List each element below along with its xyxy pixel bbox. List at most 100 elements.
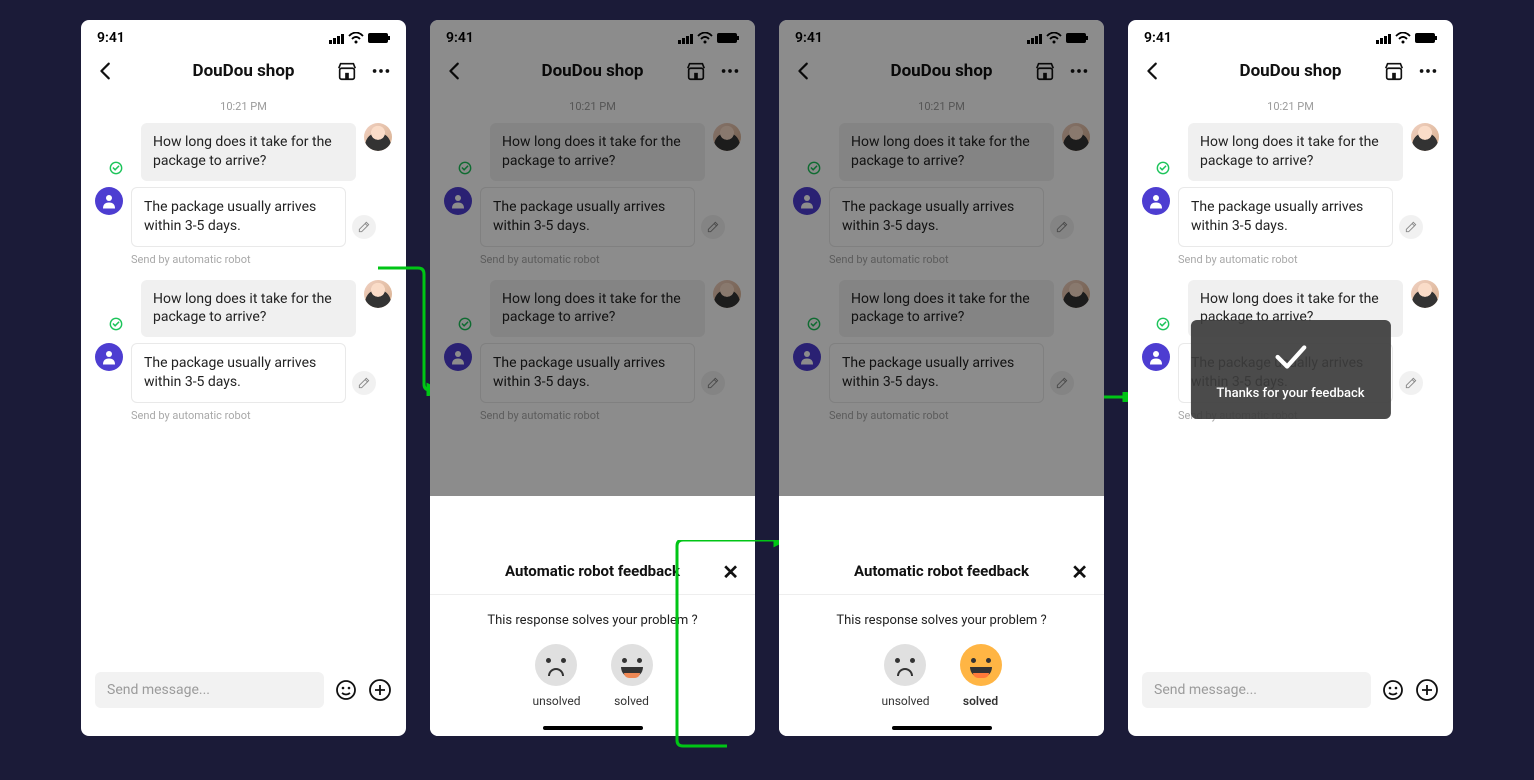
message-row-user: How long does it take for the package to… (793, 123, 1090, 181)
emoji-picker-icon[interactable] (334, 678, 358, 702)
bot-avatar[interactable] (444, 187, 472, 215)
feedback-icon[interactable] (1050, 215, 1074, 239)
back-icon[interactable] (95, 60, 117, 82)
feedback-toast: Thanks for your feedback (1190, 320, 1390, 419)
chat-header: DouDou shop (430, 52, 755, 96)
status-time: 9:41 (795, 30, 823, 46)
message-row-bot: The package usually arrives within 3-5 d… (95, 187, 392, 247)
feedback-icon[interactable] (352, 371, 376, 395)
feedback-icon[interactable] (701, 371, 725, 395)
battery-icon (368, 33, 390, 43)
message-row-bot: The package usually arrives within 3-5 d… (793, 343, 1090, 403)
more-icon[interactable] (719, 60, 741, 82)
more-icon[interactable] (1417, 60, 1439, 82)
bot-avatar[interactable] (95, 343, 123, 371)
wifi-icon (1046, 32, 1062, 44)
bot-avatar[interactable] (95, 187, 123, 215)
bot-subnote: Send by automatic robot (131, 253, 392, 266)
message-input[interactable]: Send message... (1142, 672, 1371, 708)
emoji-picker-icon[interactable] (1381, 678, 1405, 702)
bot-message-bubble: The package usually arrives within 3-5 d… (480, 187, 695, 247)
feedback-icon[interactable] (1399, 371, 1423, 395)
chat-header: DouDou shop (779, 52, 1104, 96)
bot-message-bubble: The package usually arrives within 3-5 d… (829, 187, 1044, 247)
bot-subnote: Send by automatic robot (480, 253, 741, 266)
message-row-bot: The package usually arrives within 3-5 d… (793, 187, 1090, 247)
message-row-bot: The package usually arrives within 3-5 d… (1142, 187, 1439, 247)
message-row-user: How long does it take for the package to… (1142, 123, 1439, 181)
wifi-icon (697, 32, 713, 44)
bot-message-bubble: The package usually arrives within 3-5 d… (1178, 187, 1393, 247)
more-icon[interactable] (370, 60, 392, 82)
message-row-user: How long does it take for the package to… (95, 280, 392, 338)
feedback-icon[interactable] (701, 215, 725, 239)
chat-timestamp: 10:21 PM (1142, 100, 1439, 113)
message-row-bot: The package usually arrives within 3-5 d… (444, 343, 741, 403)
shop-icon[interactable] (336, 60, 358, 82)
delivered-check-icon (807, 317, 821, 331)
message-row-bot: The package usually arrives within 3-5 d… (95, 343, 392, 403)
back-icon[interactable] (1142, 60, 1164, 82)
feedback-icon[interactable] (1399, 215, 1423, 239)
chat-header: DouDou shop (1128, 52, 1453, 96)
signal-icon (1376, 32, 1391, 44)
wifi-icon (1395, 32, 1411, 44)
delivered-check-icon (109, 161, 123, 175)
user-message-bubble: How long does it take for the package to… (490, 280, 705, 338)
feedback-icon[interactable] (1050, 371, 1074, 395)
signal-icon (329, 32, 344, 44)
bot-subnote: Send by automatic robot (480, 409, 741, 422)
bot-message-bubble: The package usually arrives within 3-5 d… (131, 343, 346, 403)
bot-avatar[interactable] (1142, 343, 1170, 371)
message-input-bar: Send message... (81, 662, 406, 736)
back-icon[interactable] (793, 60, 815, 82)
user-avatar[interactable] (1062, 123, 1090, 151)
shop-icon[interactable] (685, 60, 707, 82)
battery-icon (1415, 33, 1437, 43)
user-avatar[interactable] (713, 123, 741, 151)
delivered-check-icon (1156, 317, 1170, 331)
bot-avatar[interactable] (793, 187, 821, 215)
user-avatar[interactable] (364, 123, 392, 151)
back-icon[interactable] (444, 60, 466, 82)
status-bar: 9:41 (430, 20, 755, 52)
feedback-icon[interactable] (352, 215, 376, 239)
check-icon (1272, 338, 1310, 376)
status-time: 9:41 (97, 30, 125, 46)
attach-icon[interactable] (1415, 678, 1439, 702)
message-row-user: How long does it take for the package to… (95, 123, 392, 181)
bot-avatar[interactable] (444, 343, 472, 371)
wifi-icon (348, 32, 364, 44)
bot-message-bubble: The package usually arrives within 3-5 d… (480, 343, 695, 403)
user-avatar[interactable] (1411, 280, 1439, 308)
chat-title: DouDou shop (542, 61, 644, 81)
user-avatar[interactable] (1062, 280, 1090, 308)
status-time: 9:41 (446, 30, 474, 46)
bot-subnote: Send by automatic robot (829, 253, 1090, 266)
shop-icon[interactable] (1383, 60, 1405, 82)
shop-icon[interactable] (1034, 60, 1056, 82)
chat-timestamp: 10:21 PM (793, 100, 1090, 113)
bot-avatar[interactable] (1142, 187, 1170, 215)
user-message-bubble: How long does it take for the package to… (141, 280, 356, 338)
bot-avatar[interactable] (793, 343, 821, 371)
phone-screen-3: 9:41 DouDou shop 10:21 PM How long does … (779, 20, 1104, 736)
chat-title: DouDou shop (891, 61, 993, 81)
chat-header: DouDou shop (81, 52, 406, 96)
status-time: 9:41 (1144, 30, 1172, 46)
user-avatar[interactable] (713, 280, 741, 308)
user-avatar[interactable] (1411, 123, 1439, 151)
user-message-bubble: How long does it take for the package to… (141, 123, 356, 181)
toast-text: Thanks for your feedback (1216, 386, 1364, 401)
message-row-user: How long does it take for the package to… (444, 280, 741, 338)
more-icon[interactable] (1068, 60, 1090, 82)
attach-icon[interactable] (368, 678, 392, 702)
bot-message-bubble: The package usually arrives within 3-5 d… (829, 343, 1044, 403)
flow-arrow (667, 540, 787, 780)
delivered-check-icon (109, 317, 123, 331)
battery-icon (1066, 33, 1088, 43)
battery-icon (717, 33, 739, 43)
message-row-user: How long does it take for the package to… (444, 123, 741, 181)
status-bar: 9:41 (81, 20, 406, 52)
message-input[interactable]: Send message... (95, 672, 324, 708)
